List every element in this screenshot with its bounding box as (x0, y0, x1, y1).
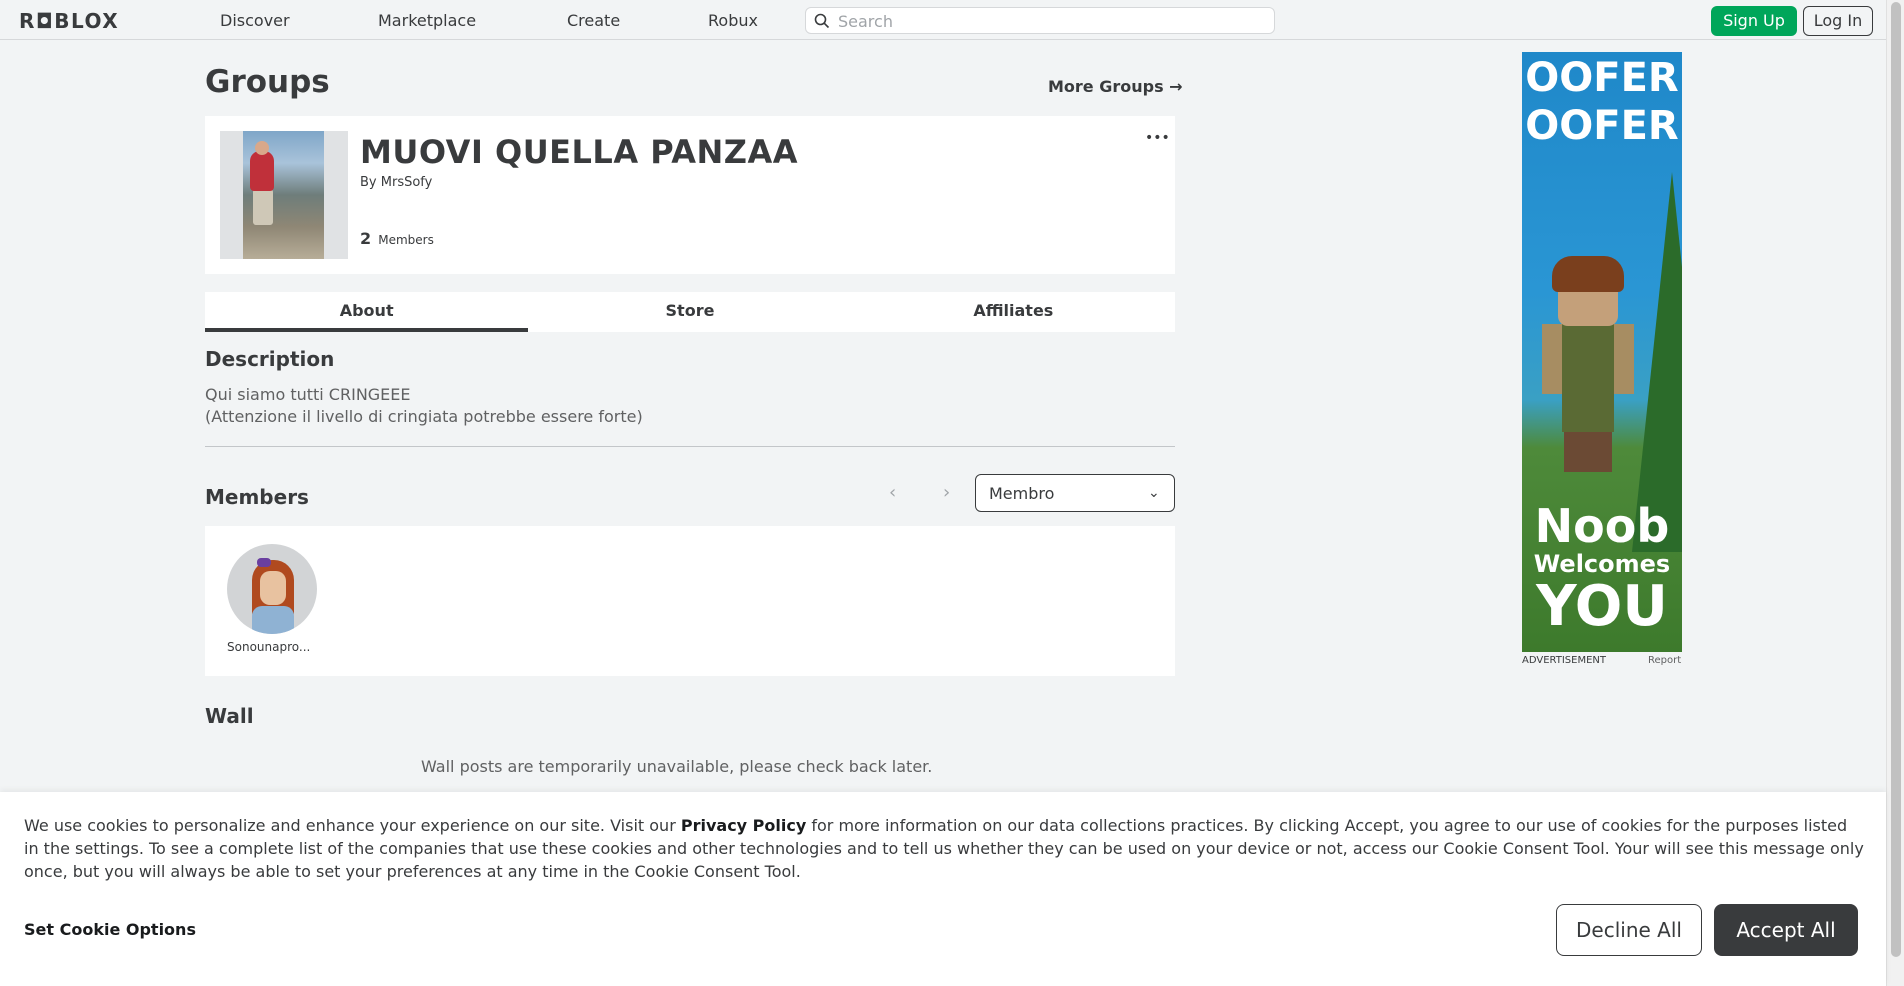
avatar-bow (257, 558, 271, 567)
search-box (805, 7, 1275, 34)
group-owner-line: By MrsSofy (360, 175, 432, 190)
cookie-text-before: We use cookies to personalize and enhanc… (24, 816, 681, 835)
group-header-card: MUOVI QUELLA PANZAA By MrsSofy 2 Members… (205, 116, 1175, 274)
tab-store[interactable]: Store (528, 292, 851, 332)
nav-marketplace[interactable]: Marketplace (378, 11, 476, 30)
accept-all-button[interactable]: Accept All (1714, 904, 1858, 956)
ad-character-arm-left (1542, 324, 1564, 394)
page-scrollbar[interactable] (1886, 0, 1904, 986)
advertisement-label: ADVERTISEMENT (1522, 655, 1607, 666)
avatar-body (252, 606, 294, 634)
group-description: Qui siamo tutti CRINGEEE (Attenzione il … (205, 385, 643, 426)
ad-tagline: Noob Welcomes YOU (1522, 502, 1682, 636)
advertisement-banner[interactable]: OOFER OOFER Noob Welcomes YOU (1522, 52, 1682, 652)
roblox-logo[interactable]: R◘BLOX (19, 9, 119, 33)
member-count-value: 2 (360, 229, 372, 248)
section-divider (205, 446, 1175, 447)
ad-headline-line: OOFER (1525, 103, 1679, 149)
log-in-button[interactable]: Log In (1803, 6, 1873, 36)
chevron-right-icon[interactable]: › (943, 482, 950, 503)
ad-report-link[interactable]: Report (1648, 655, 1681, 666)
role-dropdown-value: Membro (989, 484, 1055, 503)
tab-about[interactable]: About (205, 292, 529, 332)
more-options-icon[interactable]: ••• (1145, 130, 1170, 146)
member-name[interactable]: Sonounapro... (227, 640, 317, 654)
ad-character-hair (1552, 256, 1624, 292)
ad-headline: OOFER OOFER (1522, 54, 1682, 150)
member-avatar[interactable] (227, 544, 317, 634)
scrollbar-thumb[interactable] (1891, 2, 1901, 957)
decline-all-button[interactable]: Decline All (1556, 904, 1702, 956)
members-title: Members (205, 485, 309, 509)
avatar-face (260, 571, 286, 605)
member-count-label: Members (378, 233, 434, 247)
ad-character-legs (1564, 432, 1612, 472)
owner-by-label: By (360, 175, 377, 190)
ad-tree (1632, 172, 1682, 552)
group-tabs: About Store Affiliates (205, 292, 1175, 332)
search-input[interactable] (838, 10, 1258, 32)
cookie-consent-banner: We use cookies to personalize and enhanc… (0, 792, 1886, 986)
ad-tagline-line1: Noob (1534, 499, 1670, 553)
member-count: 2 Members (360, 229, 434, 248)
sign-up-button[interactable]: Sign Up (1711, 6, 1797, 36)
page-title: Groups (205, 64, 330, 100)
ad-tagline-line3: YOU (1536, 574, 1668, 639)
tab-affiliates[interactable]: Affiliates (852, 292, 1175, 332)
ad-character-body (1562, 322, 1614, 432)
group-emblem (220, 131, 348, 259)
photo-figure-head (255, 141, 269, 155)
privacy-policy-link[interactable]: Privacy Policy (681, 816, 806, 835)
role-dropdown[interactable]: Membro ⌄ (975, 474, 1175, 512)
chevron-left-icon[interactable]: ‹ (889, 482, 896, 503)
set-cookie-options-link[interactable]: Set Cookie Options (24, 920, 196, 939)
group-name: MUOVI QUELLA PANZAA (360, 133, 799, 171)
ad-headline-line: OOFER (1525, 55, 1679, 101)
photo-figure-legs (253, 189, 273, 225)
members-list: Sonounapro... (205, 526, 1175, 676)
owner-link[interactable]: MrsSofy (381, 175, 433, 190)
photo-figure-body (250, 151, 274, 191)
wall-title: Wall (205, 704, 254, 728)
top-navigation-bar: R◘BLOX Discover Marketplace Create Robux… (0, 0, 1886, 40)
wall-unavailable-message: Wall posts are temporarily unavailable, … (421, 757, 933, 776)
more-groups-link[interactable]: More Groups → (1048, 77, 1183, 96)
nav-robux[interactable]: Robux (708, 11, 758, 30)
description-title: Description (205, 347, 335, 371)
ad-character-arm-right (1612, 324, 1634, 394)
cookie-message: We use cookies to personalize and enhanc… (24, 814, 1864, 883)
chevron-down-icon: ⌄ (1148, 485, 1160, 501)
nav-discover[interactable]: Discover (220, 11, 290, 30)
nav-create[interactable]: Create (567, 11, 620, 30)
search-icon (814, 13, 830, 29)
